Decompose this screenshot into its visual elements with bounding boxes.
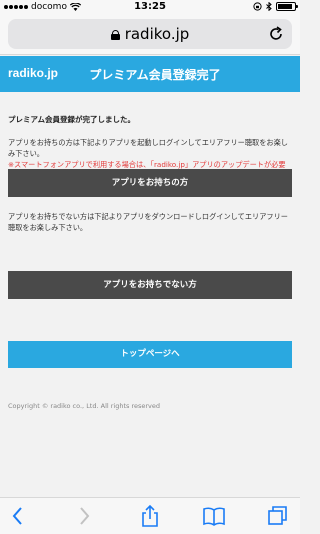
address-bar[interactable]: radiko.jp <box>8 19 292 49</box>
copyright-text: Copyright © radiko co., Ltd. All rights … <box>8 402 161 410</box>
page-title: プレミアム会員登録完了 <box>89 68 221 82</box>
no-app-instructions: アプリをお持ちでない方は下記よりアプリをダウンロードしログインしてエリアフリー聴… <box>8 212 288 232</box>
lock-icon <box>110 30 120 40</box>
main-content: プレミアム会員登録が完了しました。 アプリをお持ちの方は下記よりアプリを起動しロ… <box>0 92 300 480</box>
tabs-icon[interactable] <box>266 504 290 528</box>
bookmarks-icon[interactable] <box>202 504 226 528</box>
orientation-lock-icon <box>253 2 262 11</box>
browser-toolbar <box>0 497 300 534</box>
address-text[interactable]: radiko.jp <box>8 25 292 43</box>
app-owner-text: アプリをお持ちの方は下記よりアプリを起動しログインしてエリアフリー聴取をお楽しみ… <box>8 138 288 158</box>
top-page-button[interactable]: トップページへ <box>8 341 292 368</box>
status-right <box>253 2 298 11</box>
share-icon[interactable] <box>138 504 162 528</box>
back-icon[interactable] <box>6 504 30 528</box>
site-header: radiko.jp プレミアム会員登録完了 <box>0 56 300 92</box>
forward-icon[interactable] <box>72 504 96 528</box>
no-app-button[interactable]: アプリをお持ちでない方 <box>8 271 292 299</box>
app-owner-button[interactable]: アプリをお持ちの方 <box>8 169 292 197</box>
status-bar: docomo 13:25 <box>0 0 300 15</box>
battery-fill <box>278 4 292 9</box>
battery-icon <box>276 2 298 11</box>
completion-message: プレミアム会員登録が完了しました。 <box>8 115 135 124</box>
reload-icon[interactable] <box>267 25 285 43</box>
browser-address-area: radiko.jp <box>0 15 300 55</box>
url-text: radiko.jp <box>124 25 190 43</box>
bluetooth-icon <box>266 2 272 11</box>
